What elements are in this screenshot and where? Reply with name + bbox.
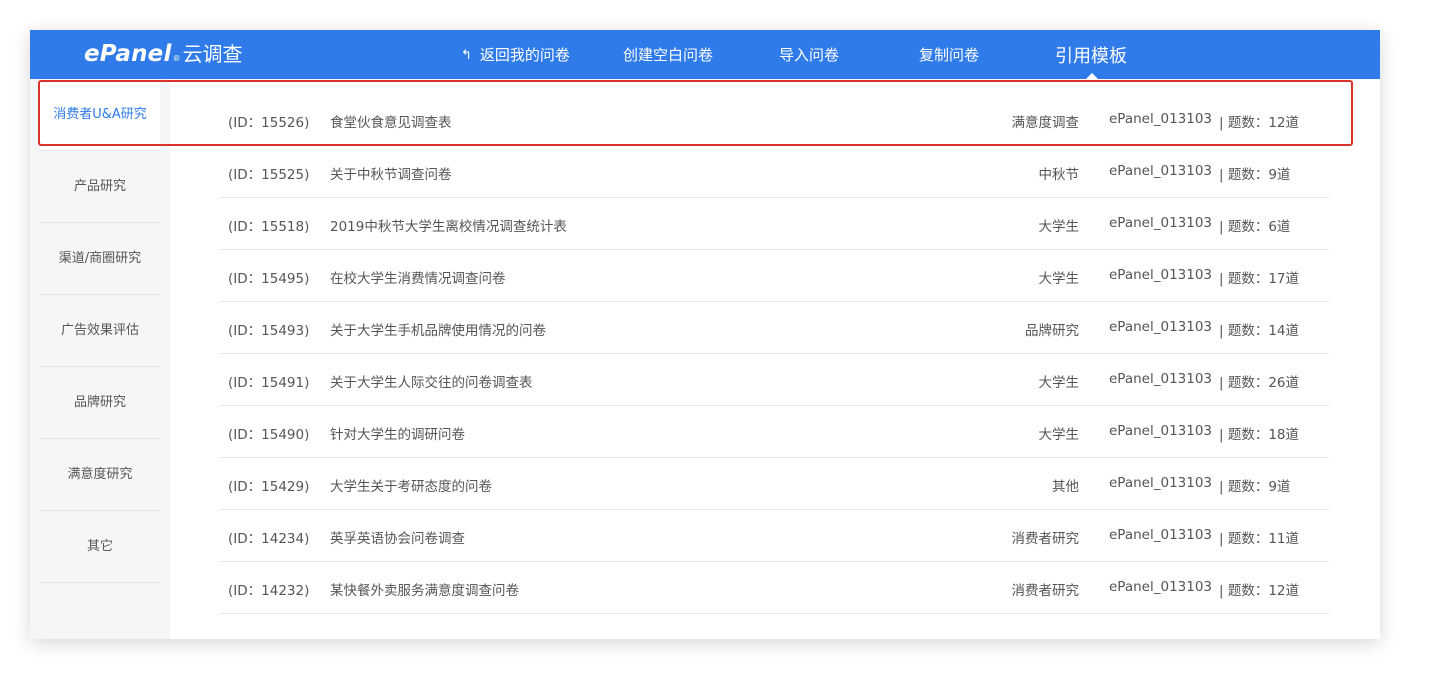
nav-label: 复制问卷 [919,46,980,64]
template-category: 大学生 [1038,427,1080,443]
template-title[interactable]: 某快餐外卖服务满意度调查问卷 [330,579,519,599]
nav-import-survey[interactable]: 导入问卷 [779,44,839,65]
template-category: 中秋节 [1038,167,1080,183]
template-category: 消费者研究 [1011,583,1080,599]
sidebar-item-product[interactable]: 产品研究 [40,151,160,223]
back-arrow-icon: ↰ [461,48,472,63]
template-category: 大学生 [1038,271,1080,287]
template-author: ePanel_013103 [1109,527,1213,543]
active-tab-caret-icon [1086,73,1098,79]
template-id: (ID：15493) [228,323,310,339]
template-id: (ID：15429) [228,479,310,495]
sidebar-item-brand[interactable]: 品牌研究 [40,367,160,439]
question-count: | 题数：6道 [1219,219,1291,235]
nav-copy-survey[interactable]: 复制问卷 [919,44,979,65]
template-id: (ID：15525) [228,167,310,183]
template-title[interactable]: 在校大学生消费情况调查问卷 [330,267,506,287]
template-title[interactable]: 2019中秋节大学生离校情况调查统计表 [330,215,567,235]
nav-label: 引用模板 [1055,46,1127,67]
template-id: (ID：15490) [228,427,310,443]
app-window: ePanel ® 云调查 ↰ 返回我的问卷 创建空白问卷 导入问卷 复制问卷 引用… [30,30,1380,639]
sidebar-item-satisfaction[interactable]: 满意度研究 [40,439,160,511]
nav-back-to-my-surveys[interactable]: ↰ 返回我的问卷 [461,44,570,65]
template-title[interactable]: 关于大学生人际交往的问卷调查表 [330,371,533,391]
sidebar-item-channel[interactable]: 渠道/商圈研究 [40,223,160,295]
top-navigation-bar: ePanel ® 云调查 ↰ 返回我的问卷 创建空白问卷 导入问卷 复制问卷 引用… [30,30,1380,79]
template-author: ePanel_013103 [1109,267,1213,283]
question-count: | 题数：12道 [1219,583,1300,599]
template-author: ePanel_013103 [1109,371,1213,387]
question-count: | 题数：11道 [1219,531,1300,547]
template-category: 品牌研究 [1025,323,1079,339]
logo-brand: ePanel [84,41,172,67]
template-category: 大学生 [1038,219,1080,235]
template-author: ePanel_013103 [1109,319,1213,335]
template-title[interactable]: 大学生关于考研态度的问卷 [330,475,492,495]
nav-use-template[interactable]: 引用模板 [1055,42,1127,68]
sidebar-item-other[interactable]: 其它 [40,511,160,583]
table-row[interactable]: (ID：15525) 关于中秋节调查问卷 中秋节 ePanel_013103 |… [220,146,1329,198]
table-row[interactable]: (ID：15429) 大学生关于考研态度的问卷 其他 ePanel_013103… [220,458,1329,510]
template-title[interactable]: 食堂伙食意见调查表 [330,111,452,131]
nav-create-blank-survey[interactable]: 创建空白问卷 [623,44,713,65]
template-id: (ID：14234) [228,531,310,547]
question-count: | 题数：9道 [1219,167,1291,183]
logo-registered-mark: ® [172,54,181,63]
template-id: (ID：15491) [228,375,310,391]
template-title[interactable]: 英孚英语协会问卷调查 [330,527,465,547]
template-category: 消费者研究 [1011,531,1080,547]
template-author: ePanel_013103 [1109,215,1213,231]
question-count: | 题数：17道 [1219,271,1300,287]
table-row[interactable]: (ID：15495) 在校大学生消费情况调查问卷 大学生 ePanel_0131… [220,250,1329,302]
template-author: ePanel_013103 [1109,475,1213,491]
template-id: (ID：14232) [228,583,310,599]
table-row[interactable]: (ID：14234) 英孚英语协会问卷调查 消费者研究 ePanel_01310… [220,510,1329,562]
template-title[interactable]: 关于中秋节调查问卷 [330,163,452,183]
question-count: | 题数：14道 [1219,323,1300,339]
nav-label: 导入问卷 [779,46,840,64]
template-author: ePanel_013103 [1109,111,1213,127]
sidebar-item-consumer-ua[interactable]: 消费者U&A研究 [40,79,160,151]
template-id: (ID：15518) [228,219,310,235]
template-title[interactable]: 关于大学生手机品牌使用情况的问卷 [330,319,546,339]
table-row[interactable]: (ID：15493) 关于大学生手机品牌使用情况的问卷 品牌研究 ePanel_… [220,302,1329,354]
question-count: | 题数：12道 [1219,115,1300,131]
table-row[interactable]: (ID：15490) 针对大学生的调研问卷 大学生 ePanel_013103 … [220,406,1329,458]
template-id: (ID：15526) [228,115,310,131]
table-row[interactable]: (ID：15518) 2019中秋节大学生离校情况调查统计表 大学生 ePane… [220,198,1329,250]
template-category-sidebar: 消费者U&A研究 产品研究 渠道/商圈研究 广告效果评估 品牌研究 满意度研究 … [30,79,170,639]
template-author: ePanel_013103 [1109,579,1213,595]
question-count: | 题数：9道 [1219,479,1291,495]
nav-label: 返回我的问卷 [479,46,570,64]
template-category: 大学生 [1038,375,1080,391]
logo-text: 云调查 [182,42,243,66]
template-category: 满意度调查 [1011,115,1080,131]
question-count: | 题数：18道 [1219,427,1300,443]
table-row[interactable]: (ID：15491) 关于大学生人际交往的问卷调查表 大学生 ePanel_01… [220,354,1329,406]
table-row[interactable]: (ID：14232) 某快餐外卖服务满意度调查问卷 消费者研究 ePanel_0… [220,562,1329,614]
template-id: (ID：15495) [228,271,310,287]
epanel-logo[interactable]: ePanel ® 云调查 [84,38,243,72]
template-category: 其他 [1052,479,1079,495]
nav-label: 创建空白问卷 [623,46,714,64]
template-author: ePanel_013103 [1109,423,1213,439]
table-row[interactable]: (ID：15526) 食堂伙食意见调查表 满意度调查 ePanel_013103… [220,94,1329,146]
sidebar-item-ad-effect[interactable]: 广告效果评估 [40,295,160,367]
question-count: | 题数：26道 [1219,375,1300,391]
template-title[interactable]: 针对大学生的调研问卷 [330,423,465,443]
template-author: ePanel_013103 [1109,163,1213,179]
